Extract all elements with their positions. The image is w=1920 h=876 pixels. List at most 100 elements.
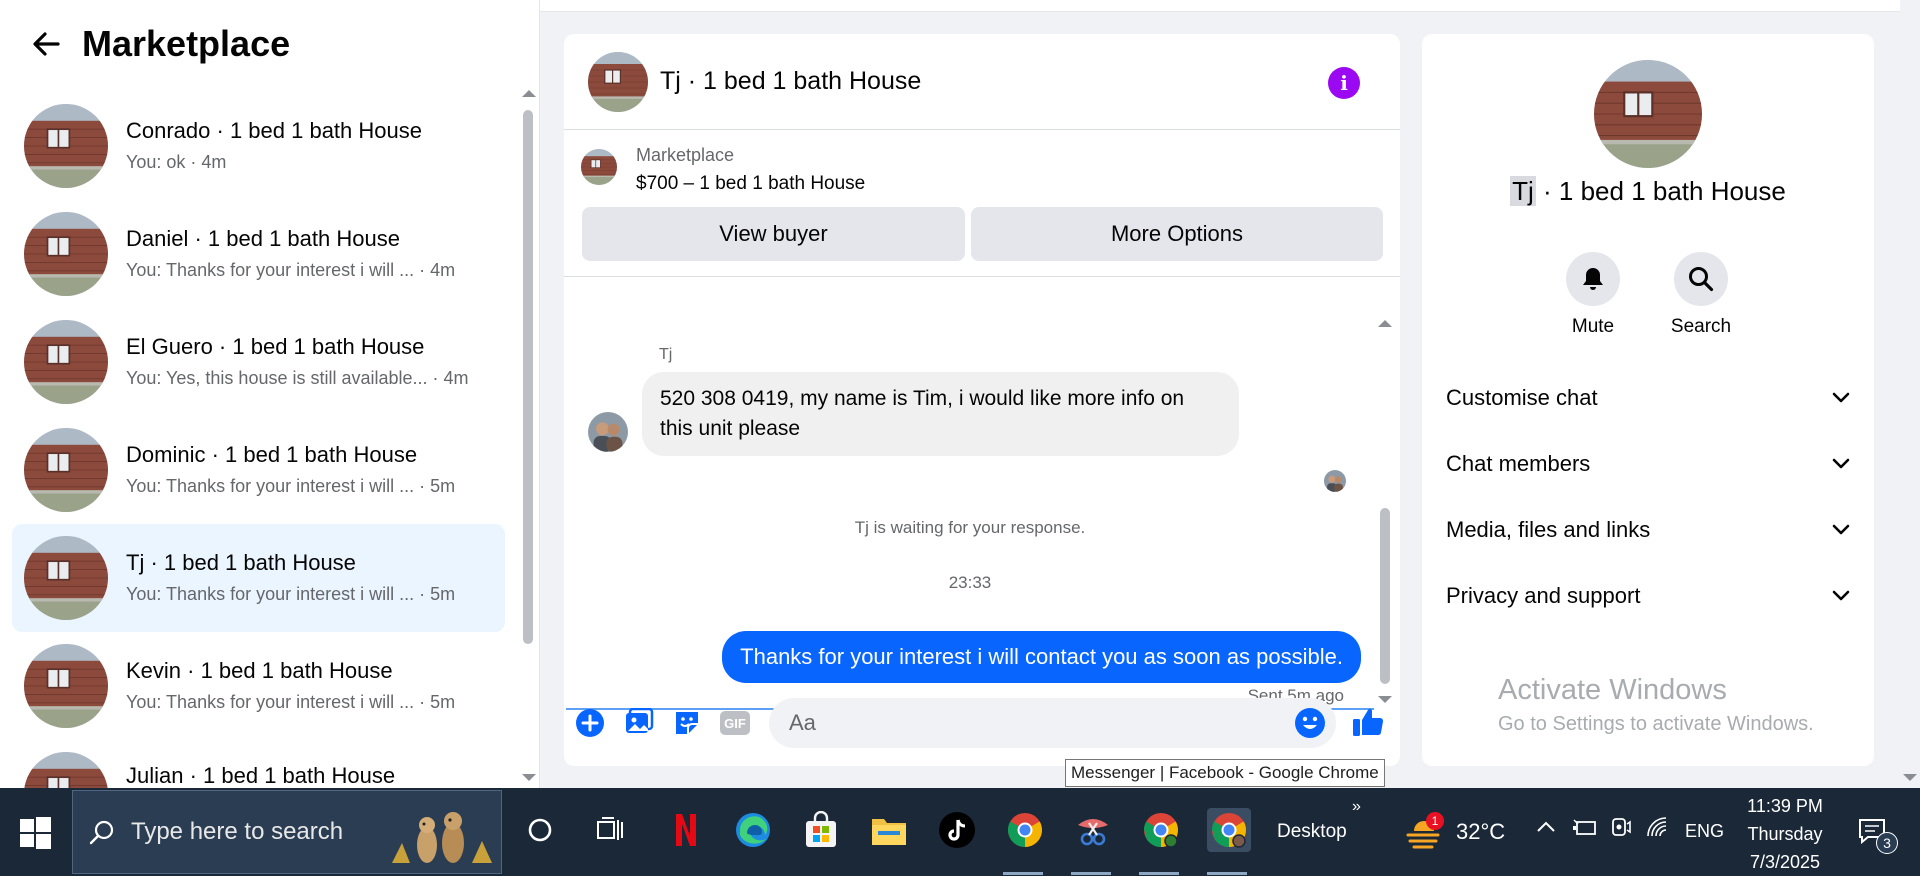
- scroll-up-arrow-icon[interactable]: [1378, 320, 1392, 327]
- edge-browser-icon[interactable]: [731, 808, 775, 852]
- chat-scrollbar[interactable]: [1378, 278, 1392, 703]
- tiktok-icon[interactable]: [935, 808, 979, 852]
- activate-windows-title: Activate Windows: [1498, 674, 1727, 706]
- conversation-name: Tj · 1 bed 1 bath House: [126, 550, 356, 575]
- netflix-icon[interactable]: [664, 808, 708, 852]
- message-timestamp: 23:33: [948, 573, 992, 592]
- file-explorer-icon[interactable]: [867, 808, 911, 852]
- conversation-item-tj[interactable]: Tj · 1 bed 1 bath House You: Thanks for …: [12, 524, 505, 632]
- avatar: [24, 212, 108, 296]
- scroll-up-arrow-icon[interactable]: [522, 90, 536, 97]
- meerkat-illustration-icon: [392, 812, 492, 863]
- gif-label: GIF: [720, 711, 750, 735]
- taskbar-search-placeholder: Type here to search: [131, 818, 344, 845]
- profile-avatar[interactable]: [1594, 60, 1702, 168]
- incoming-message-bubble[interactable]: 520 308 0419, my name is Tim, i would li…: [642, 372, 1239, 456]
- conversation-item-dominic[interactable]: Dominic · 1 bed 1 bath House You: Thanks…: [12, 416, 505, 524]
- accordion-chat-members[interactable]: Chat members: [1446, 444, 1850, 484]
- page-scrollbar[interactable]: [1900, 0, 1920, 788]
- mute-button[interactable]: Mute: [1548, 252, 1638, 338]
- conversation-preview: You: Thanks for your interest i will ...…: [126, 260, 456, 280]
- search-label: Search: [1670, 316, 1732, 337]
- waiting-notice: Tj is waiting for your response.: [854, 518, 1086, 537]
- search-icon: [1674, 252, 1728, 306]
- conversation-preview: You: Thanks for your interest i will ...…: [126, 476, 456, 496]
- language-indicator[interactable]: ENG: [1685, 821, 1724, 842]
- emoji-icon[interactable]: [1294, 707, 1326, 739]
- microsoft-store-icon[interactable]: [799, 808, 843, 852]
- taskbar-search-box[interactable]: Type here to search: [72, 790, 502, 874]
- activate-windows-watermark: Activate Windows Go to Settings to activ…: [1498, 674, 1814, 736]
- conversation-preview: You: Yes, this house is still available.…: [126, 368, 469, 388]
- conversation-name: Conrado · 1 bed 1 bath House: [126, 118, 422, 143]
- outgoing-message-bubble[interactable]: Thanks for your interest i will contact …: [722, 631, 1361, 683]
- windows-taskbar: Type here to search Desktop » 1 32°C ENG…: [0, 788, 1920, 876]
- chrome-active-indicator: [1003, 872, 1043, 875]
- accordion-privacy-support[interactable]: Privacy and support: [1446, 576, 1850, 616]
- more-options-button[interactable]: More Options: [971, 207, 1383, 261]
- avatar[interactable]: [588, 52, 648, 112]
- chevron-down-icon: [1832, 458, 1850, 469]
- back-arrow-icon[interactable]: [28, 26, 64, 62]
- chrome-profile-icon[interactable]: [1139, 808, 1183, 852]
- message-input-wrapper: [769, 698, 1336, 748]
- conversation-list-header: Marketplace: [0, 0, 539, 88]
- system-clock[interactable]: 11:39 PM Thursday 7/3/2025: [1740, 792, 1830, 876]
- show-hidden-icons-chevron-icon[interactable]: [1536, 816, 1556, 839]
- chrome-profile-active-indicator: [1139, 872, 1179, 875]
- plus-icon[interactable]: [575, 708, 605, 738]
- search-button[interactable]: Search: [1656, 252, 1746, 338]
- cortana-icon[interactable]: [518, 808, 562, 852]
- info-icon[interactable]: i: [1328, 67, 1360, 99]
- message-input[interactable]: [769, 698, 1269, 748]
- snipping-tool-icon[interactable]: [1071, 808, 1115, 852]
- sender-avatar: [588, 412, 628, 452]
- chat-title[interactable]: Tj · 1 bed 1 bath House: [660, 67, 921, 96]
- clock-date: 7/3/2025: [1749, 852, 1821, 872]
- chat-panel: Tj · 1 bed 1 bath House i Marketplace $7…: [564, 34, 1400, 766]
- conversation-preview: You: Thanks for your interest i will ...…: [126, 692, 456, 712]
- read-receipt-avatar: [1324, 470, 1346, 492]
- windows-start-icon[interactable]: [18, 816, 52, 850]
- gif-icon[interactable]: GIF: [720, 708, 750, 738]
- conversation-item-el-guero[interactable]: El Guero · 1 bed 1 bath House You: Yes, …: [12, 308, 505, 416]
- sticker-icon[interactable]: [672, 708, 702, 738]
- scrollbar-thumb[interactable]: [1380, 508, 1390, 684]
- conversation-name: El Guero · 1 bed 1 bath House: [126, 334, 425, 359]
- conversation-list-scrollbar[interactable]: [522, 90, 536, 788]
- accordion-label: Chat members: [1446, 451, 1591, 476]
- weather-alert-badge: 1: [1426, 812, 1444, 830]
- task-view-icon[interactable]: [589, 808, 633, 852]
- scrollbar-thumb[interactable]: [523, 110, 533, 644]
- conversation-list: Conrado · 1 bed 1 bath House You: ok · 4…: [12, 92, 505, 788]
- chat-details-panel: Tj · 1 bed 1 bath House Mute Search Cust…: [1422, 34, 1874, 766]
- battery-icon[interactable]: [1572, 818, 1598, 842]
- profile-name: Tj · 1 bed 1 bath House: [1422, 176, 1874, 207]
- scroll-down-arrow-icon[interactable]: [1903, 774, 1917, 781]
- conversation-list-panel: Marketplace Conrado · 1 bed 1 bath House…: [0, 0, 540, 788]
- chrome-profile-2-icon[interactable]: [1207, 808, 1251, 852]
- accordion-customise-chat[interactable]: Customise chat: [1446, 378, 1850, 418]
- weather-temperature[interactable]: 32°C: [1456, 819, 1505, 845]
- toolbar-expand-chevron-icon[interactable]: »: [1352, 798, 1361, 816]
- scroll-down-arrow-icon[interactable]: [522, 774, 536, 781]
- view-buyer-button[interactable]: View buyer: [582, 207, 965, 261]
- conversation-item-julian[interactable]: Julian · 1 bed 1 bath House: [12, 740, 505, 788]
- conversation-item-kevin[interactable]: Kevin · 1 bed 1 bath House You: Thanks f…: [12, 632, 505, 740]
- meet-now-icon[interactable]: [1610, 816, 1632, 844]
- profile-name-first: Tj: [1510, 176, 1536, 206]
- conversation-name: Daniel · 1 bed 1 bath House: [126, 226, 400, 251]
- listing-price[interactable]: $700 – 1 bed 1 bath House: [636, 173, 865, 195]
- like-thumbs-up-icon[interactable]: [1350, 704, 1386, 740]
- clock-day: Thursday: [1747, 824, 1823, 844]
- search-icon: [89, 820, 114, 845]
- conversation-item-daniel[interactable]: Daniel · 1 bed 1 bath House You: Thanks …: [12, 200, 505, 308]
- wifi-icon[interactable]: [1646, 816, 1668, 844]
- accordion-media-files-links[interactable]: Media, files and links: [1446, 510, 1850, 550]
- chrome-icon[interactable]: [1003, 808, 1047, 852]
- conversation-item-conrado[interactable]: Conrado · 1 bed 1 bath House You: ok · 4…: [12, 92, 505, 200]
- desktop-toolbar-label[interactable]: Desktop: [1277, 821, 1347, 843]
- image-icon[interactable]: [624, 708, 654, 738]
- chrome-profile-2-active-indicator: [1207, 872, 1247, 875]
- avatar: [24, 428, 108, 512]
